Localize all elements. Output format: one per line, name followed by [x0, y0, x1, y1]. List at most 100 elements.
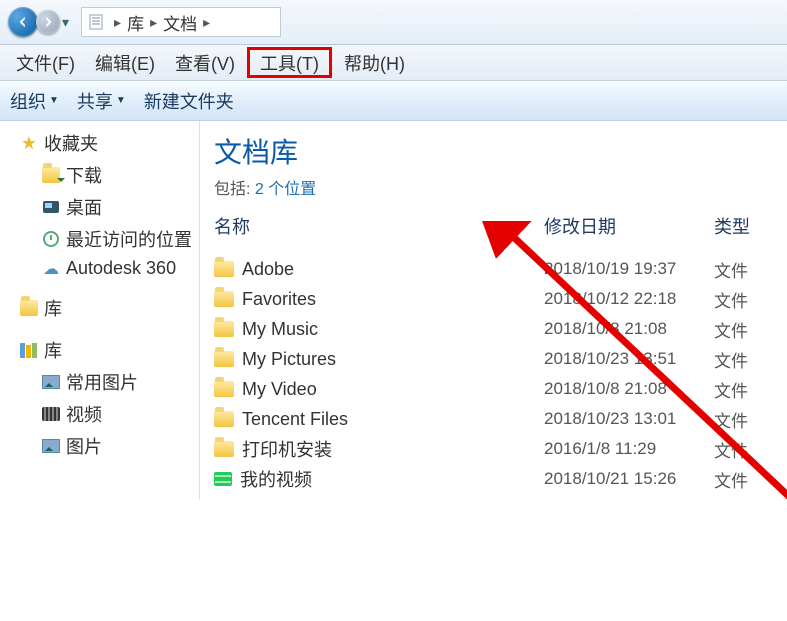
sidebar-recent[interactable]: 最近访问的位置	[0, 223, 199, 255]
file-name: My Pictures	[242, 349, 336, 370]
arrow-left-icon	[16, 15, 30, 29]
video-folder-icon	[214, 472, 232, 486]
file-row[interactable]: My Music 2018/10/8 21:08文件	[214, 314, 775, 344]
library-location-count[interactable]: 2 个位置	[255, 181, 316, 198]
sidebar-desktop[interactable]: 桌面	[0, 191, 199, 223]
sidebar-favorites-group: ★ 收藏夹 下载 桌面 最近访问的位置 ☁ Autodesk 360	[0, 127, 199, 282]
file-date: 2018/10/12 22:18	[544, 289, 714, 309]
file-name: My Video	[242, 379, 317, 400]
file-name: 打印机安装	[242, 436, 332, 462]
menu-tools[interactable]: 工具(T)	[247, 47, 332, 78]
menu-file[interactable]: 文件(F)	[6, 45, 85, 80]
back-button[interactable]	[8, 7, 38, 37]
file-date: 2018/10/8 21:08	[544, 379, 714, 399]
sidebar-item-label: 桌面	[66, 194, 102, 220]
library-doc-icon	[88, 14, 104, 30]
explorer-body: ★ 收藏夹 下载 桌面 最近访问的位置 ☁ Autodesk 360	[0, 121, 787, 500]
file-date: 2018/10/23 13:01	[544, 409, 714, 429]
menubar: 文件(F) 编辑(E) 查看(V) 工具(T) 帮助(H)	[0, 45, 787, 81]
file-date: 2018/10/23 13:51	[544, 349, 714, 369]
column-type[interactable]: 类型	[714, 213, 775, 239]
video-icon	[42, 405, 60, 423]
library-subtitle-prefix: 包括:	[214, 181, 255, 198]
sidebar-item-label: 常用图片	[66, 369, 138, 395]
sidebar-libraries[interactable]: 库	[0, 334, 199, 366]
column-name[interactable]: 名称	[214, 213, 544, 239]
toolbar-organize[interactable]: 组织▼	[10, 88, 59, 114]
file-date: 2018/10/19 19:37	[544, 259, 714, 279]
sidebar-item-label: 最近访问的位置	[66, 226, 192, 252]
libraries-icon	[20, 341, 38, 359]
sidebar-libraries-group: 库 常用图片 视频 图片	[0, 334, 199, 462]
column-headers: 名称 修改日期 类型	[214, 213, 775, 244]
column-date[interactable]: 修改日期	[544, 213, 714, 239]
menu-edit[interactable]: 编辑(E)	[85, 45, 165, 80]
recent-icon	[42, 230, 60, 248]
file-name: Tencent Files	[242, 409, 348, 430]
breadcrumb[interactable]: ▸ 库 ▸ 文档 ▸	[81, 7, 281, 37]
file-row[interactable]: Tencent Files2018/10/23 13:01文件	[214, 404, 775, 434]
sidebar-pictures[interactable]: 图片	[0, 430, 199, 462]
sidebar-downloads[interactable]: 下载	[0, 159, 199, 191]
folder-icon	[214, 321, 234, 337]
file-row[interactable]: 我的视频 2018/10/21 15:26文件	[214, 464, 775, 494]
file-row[interactable]: Adobe2018/10/19 19:37文件	[214, 254, 775, 284]
sidebar-item-label: 库	[44, 337, 62, 363]
breadcrumb-documents[interactable]: 文档	[163, 10, 197, 35]
file-list: Adobe2018/10/19 19:37文件 Favorites 2018/10/…	[214, 254, 775, 494]
pictures-icon	[42, 373, 60, 391]
library-title: 文档库	[214, 131, 775, 171]
file-type: 文件	[714, 467, 775, 492]
chevron-right-icon: ▸	[203, 14, 210, 31]
folder-icon	[214, 381, 234, 397]
forward-button[interactable]	[36, 10, 60, 34]
file-type: 文件	[714, 317, 775, 342]
file-row[interactable]: My Pictures 2018/10/23 13:51文件	[214, 344, 775, 374]
sidebar-item-label: 图片	[66, 433, 102, 459]
file-type: 文件	[714, 377, 775, 402]
sidebar-autodesk[interactable]: ☁ Autodesk 360	[0, 255, 199, 282]
file-date: 2016/1/8 11:29	[544, 439, 714, 459]
folder-icon	[214, 441, 234, 457]
chevron-right-icon: ▸	[150, 14, 157, 31]
breadcrumb-library[interactable]: 库	[127, 10, 144, 35]
file-name: My Music	[242, 319, 318, 340]
chevron-down-icon: ▼	[116, 95, 126, 106]
toolbar: 组织▼ 共享▼ 新建文件夹	[0, 81, 787, 121]
arrow-right-icon	[41, 15, 55, 29]
sidebar-item-label: 库	[44, 295, 62, 321]
folder-icon	[214, 261, 234, 277]
file-row[interactable]: 打印机安装 2016/1/8 11:29文件	[214, 434, 775, 464]
sidebar-item-label: 视频	[66, 401, 102, 427]
nav-back-forward: ▾	[8, 7, 69, 37]
folder-icon	[214, 291, 234, 307]
file-type: 文件	[714, 347, 775, 372]
library-subtitle: 包括: 2 个位置	[214, 175, 775, 199]
desktop-icon	[42, 198, 60, 216]
content-pane: 文档库 包括: 2 个位置 名称 修改日期 类型 Adobe2018/10/19…	[200, 121, 787, 500]
folder-icon	[214, 411, 234, 427]
file-name: Favorites	[242, 289, 316, 310]
file-name: 我的视频	[240, 466, 312, 492]
sidebar-common-pictures[interactable]: 常用图片	[0, 366, 199, 398]
sidebar-videos[interactable]: 视频	[0, 398, 199, 430]
file-type: 文件	[714, 257, 775, 282]
sidebar: ★ 收藏夹 下载 桌面 最近访问的位置 ☁ Autodesk 360	[0, 121, 200, 500]
file-date: 2018/10/21 15:26	[544, 469, 714, 489]
menu-help[interactable]: 帮助(H)	[334, 45, 415, 80]
menu-view[interactable]: 查看(V)	[165, 45, 245, 80]
folder-icon	[214, 351, 234, 367]
file-row[interactable]: Favorites2018/10/12 22:18文件	[214, 284, 775, 314]
download-icon	[42, 166, 60, 184]
sidebar-libraries-short[interactable]: 库	[0, 292, 199, 324]
file-date: 2018/10/8 21:08	[544, 319, 714, 339]
chevron-right-icon: ▸	[114, 14, 121, 31]
pictures-icon	[42, 437, 60, 455]
chevron-down-icon: ▼	[49, 95, 59, 106]
history-dropdown-icon[interactable]: ▾	[62, 14, 69, 31]
toolbar-share[interactable]: 共享▼	[77, 88, 126, 114]
toolbar-new-folder[interactable]: 新建文件夹	[144, 88, 234, 114]
file-type: 文件	[714, 437, 775, 462]
file-row[interactable]: My Video 2018/10/8 21:08文件	[214, 374, 775, 404]
sidebar-favorites[interactable]: ★ 收藏夹	[0, 127, 199, 159]
